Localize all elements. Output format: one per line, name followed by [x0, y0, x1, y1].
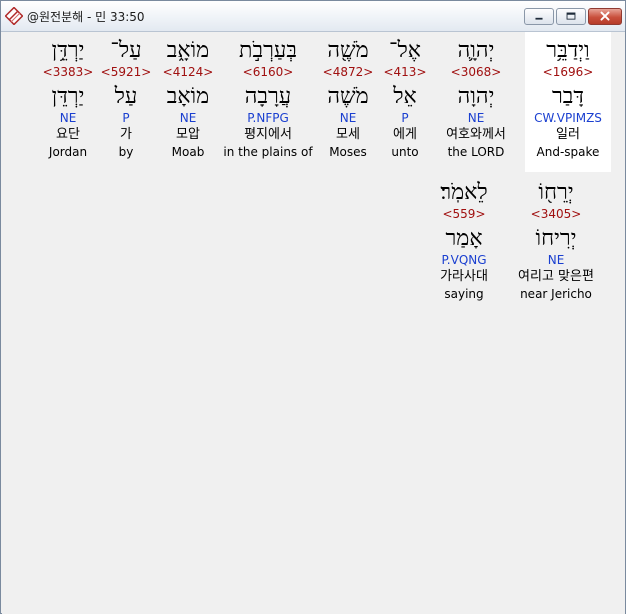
- hebrew-surface: מוֹאָ֑ב: [166, 38, 210, 63]
- hebrew-lemma: אָמַר: [445, 226, 483, 251]
- hebrew-lemma: יְרִיחוֹ: [535, 226, 577, 251]
- word-column[interactable]: בְּעַרְבֹ֣ת <6160> עֲרָבָה P.NFPG 평지에서 i…: [222, 38, 314, 160]
- english-gloss: Moab: [171, 145, 205, 159]
- hebrew-surface: מֹשֶׁ֖ה: [327, 38, 369, 63]
- strong-number[interactable]: <4124>: [158, 64, 218, 80]
- strong-number[interactable]: <3068>: [432, 64, 520, 80]
- morphology-code: NE: [179, 111, 197, 125]
- morphology-code: P.NFPG: [247, 111, 289, 125]
- korean-gloss: 가: [120, 127, 132, 142]
- hebrew-surface: בְּעַרְבֹ֣ת: [239, 38, 297, 63]
- morphology-code: CW.VPIMZS: [534, 111, 602, 125]
- hebrew-lemma: אֵל: [393, 84, 417, 109]
- hebrew-lemma: מֹשֶׁה: [327, 84, 369, 109]
- morphology-code: P: [122, 111, 130, 125]
- morphology-code: P: [401, 111, 409, 125]
- hebrew-surface: עַל־: [110, 38, 142, 63]
- interlinear-view: יַרְדֵּ֥ן <3383> יַרְדֵּן NE 요단 Jordan ע…: [2, 32, 625, 614]
- word-column[interactable]: יְהוָ֛ה <3068> יְהוָה NE 여호와께서 the LORD: [432, 38, 520, 160]
- hebrew-surface: וַיְדַבֵּ֥ר: [546, 38, 590, 63]
- english-gloss: saying: [444, 287, 484, 301]
- strong-number[interactable]: <559>: [422, 206, 506, 222]
- morphology-code: NE: [547, 253, 565, 267]
- close-button[interactable]: [588, 8, 622, 25]
- strong-number[interactable]: <413>: [382, 64, 428, 80]
- word-column[interactable]: מוֹאָ֑ב <4124> מוֹאָב NE 모압 Moab: [158, 38, 218, 160]
- english-gloss: the LORD: [447, 145, 505, 159]
- word-column[interactable]: מֹשֶׁ֖ה <4872> מֹשֶׁה NE 모세 Moses: [318, 38, 378, 160]
- korean-gloss: 일러: [556, 127, 580, 142]
- strong-number[interactable]: <6160>: [222, 64, 314, 80]
- english-gloss: Moses: [329, 145, 367, 159]
- window-title: @원전분해 - 민 33:50: [27, 10, 145, 24]
- title-bar[interactable]: @원전분해 - 민 33:50: [1, 1, 625, 32]
- korean-gloss: 여호와께서: [446, 127, 506, 142]
- hebrew-surface: יְהוָ֛ה: [457, 38, 495, 63]
- word-column[interactable]: עַל־ <5921> עַל P 가 by: [96, 38, 156, 160]
- english-gloss: in the plains of: [223, 145, 313, 159]
- strong-number[interactable]: <4872>: [318, 64, 378, 80]
- hebrew-surface: יְרֵח֖וֹ: [538, 180, 574, 205]
- app-icon: [5, 7, 23, 25]
- korean-gloss: 평지에서: [244, 127, 292, 142]
- korean-gloss: 여리고 맞은편: [518, 269, 594, 284]
- app-window: @원전분해 - 민 33:50 יַרְדֵּ֥ן <3383> יַרְדֵּ…: [0, 0, 626, 614]
- english-gloss: unto: [391, 145, 419, 159]
- word-column-selected[interactable]: וַיְדַבֵּ֥ר <1696> דָּבַר CW.VPIMZS 일러 A…: [525, 38, 611, 160]
- english-gloss: by: [118, 145, 134, 159]
- minimize-icon: [535, 17, 543, 20]
- minimize-button[interactable]: [524, 8, 554, 25]
- english-gloss: near Jericho: [520, 287, 592, 301]
- maximize-button[interactable]: [556, 8, 586, 25]
- hebrew-surface: אֶל־: [389, 38, 421, 63]
- korean-gloss: 모압: [176, 127, 200, 142]
- strong-number[interactable]: <5921>: [96, 64, 156, 80]
- morphology-code: NE: [467, 111, 485, 125]
- hebrew-surface: לֵאמֹֽר׃: [440, 180, 488, 205]
- korean-gloss: 에게: [393, 127, 417, 142]
- hebrew-lemma: עַל: [114, 84, 138, 109]
- hebrew-lemma: מוֹאָב: [166, 84, 210, 109]
- english-gloss: And-spake: [536, 145, 600, 159]
- hebrew-lemma: יְהוָה: [457, 84, 495, 109]
- korean-gloss: 모세: [336, 127, 360, 142]
- word-column[interactable]: לֵאמֹֽר׃ <559> אָמַר P.VQNG 가라사대 saying: [422, 180, 506, 302]
- word-column[interactable]: אֶל־ <413> אֵל P 에게 unto: [382, 38, 428, 160]
- maximize-icon: [566, 12, 576, 20]
- hebrew-lemma: עֲרָבָה: [244, 84, 292, 109]
- strong-number[interactable]: <1696>: [525, 64, 611, 80]
- word-column[interactable]: יְרֵח֖וֹ <3405> יְרִיחוֹ NE 여리고 맞은편 near…: [506, 180, 606, 302]
- close-icon: [600, 11, 610, 21]
- morphology-code: P.VQNG: [441, 253, 487, 267]
- strong-number[interactable]: <3405>: [506, 206, 606, 222]
- korean-gloss: 가라사대: [440, 269, 488, 284]
- morphology-code: NE: [339, 111, 357, 125]
- hebrew-lemma: דָּבַר: [552, 84, 584, 109]
